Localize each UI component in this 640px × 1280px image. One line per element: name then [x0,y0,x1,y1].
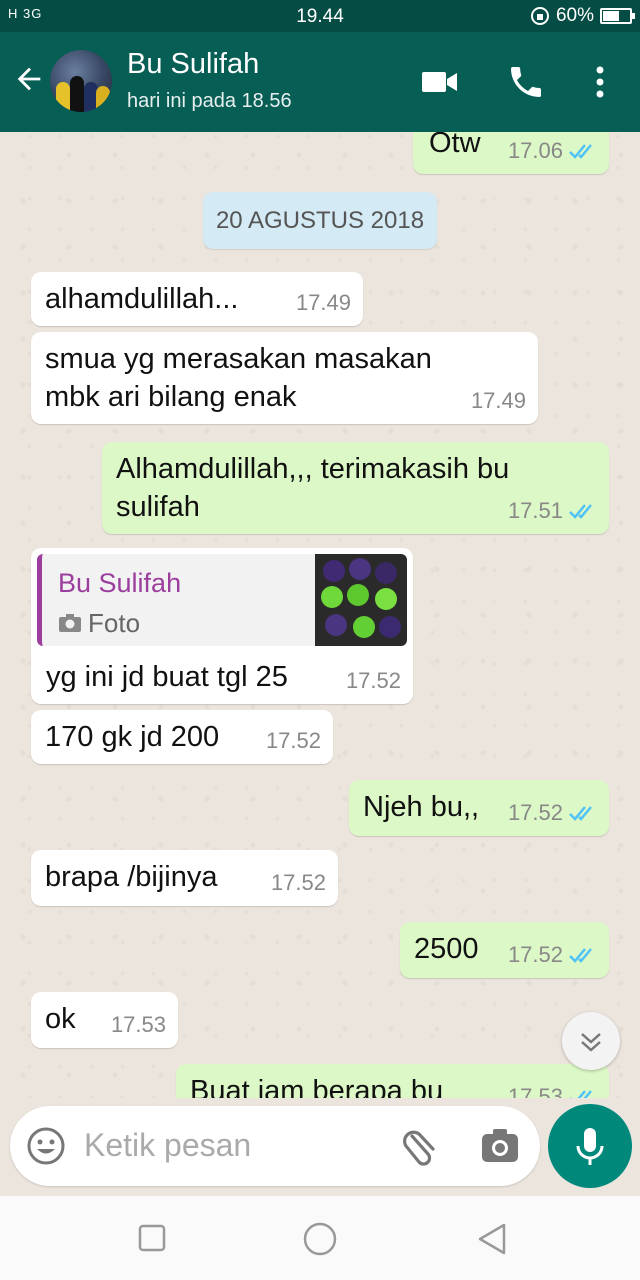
attach-icon[interactable] [398,1124,442,1168]
message-bubble-outgoing[interactable]: Buat jam berapa bu 17.53 [176,1064,609,1098]
avatar[interactable] [50,50,112,112]
rotation-lock-icon [530,7,549,25]
thumbnail-blob [325,614,347,636]
message-bubble-outgoing[interactable]: Alhamdulillah,,, terimakasih bu sulifah … [102,442,609,534]
message-time: 17.52 [270,870,326,895]
message-bubble-incoming[interactable]: brapa /bijinya 17.52 [31,850,338,906]
thumbnail-blob [375,562,397,584]
video-call-icon[interactable] [420,62,460,102]
avatar-figure [96,86,110,112]
message-text-line: mbk ari bilang enak [45,381,297,413]
double-check-icon [570,1090,592,1098]
message-input-container [10,1106,540,1186]
message-time: 17.06 [507,138,563,163]
message-bubble-incoming[interactable]: smua yg merasakan masakan mbk ari bilang… [31,332,538,424]
message-meta: 17.52 [346,662,401,700]
message-meta: 17.53 [508,1078,597,1098]
status-right: 60% [530,5,635,27]
mic-icon [576,1128,604,1165]
message-bubble-incoming[interactable]: ok 17.53 [31,992,178,1048]
message-meta: 17.52 [508,936,597,974]
chat-header: Bu Sulifah hari ini pada 18.56 [0,32,640,132]
camera-icon [59,614,81,632]
message-text-line: smua yg merasakan masakan [45,343,432,375]
phone-icon[interactable] [506,62,546,102]
message-text: alhamdulillah... [45,283,239,315]
date-separator: 20 AGUSTUS 2018 [203,192,437,249]
message-time: 17.51 [507,498,563,523]
message-meta: 17.06 [508,132,597,170]
avatar-figure [70,76,84,112]
status-bar: H 3G 19.44 60% [0,0,640,32]
message-time: 17.52 [265,728,321,753]
message-text: 2500 [414,933,479,965]
message-text: Otw [429,132,481,159]
quoted-type: Foto [58,604,140,642]
nav-home-icon[interactable] [303,1222,337,1256]
message-text: Buat jam berapa bu [190,1075,444,1098]
back-arrow-icon[interactable] [12,62,46,96]
nav-back-icon[interactable] [476,1222,508,1256]
thumbnail-blob [321,586,343,608]
message-meta: 17.52 [508,794,597,832]
thumbnail-blob [375,588,397,610]
message-time: 17.49 [295,290,351,315]
message-text: ok [45,1003,76,1035]
camera-icon[interactable] [478,1124,522,1168]
scroll-to-bottom-button[interactable] [562,1012,620,1070]
voice-record-button[interactable] [548,1104,632,1188]
emoji-icon[interactable] [26,1126,66,1166]
message-time: 17.52 [345,668,401,693]
quoted-message[interactable]: Bu Sulifah Foto [37,554,407,646]
chat-area[interactable]: Otw 17.06 20 AGUSTUS 2018 alhamdulillah.… [0,132,640,1098]
message-time: 17.53 [110,1012,166,1037]
message-input[interactable] [84,1120,374,1170]
thumbnail-blob [379,616,401,638]
message-bubble-incoming[interactable]: alhamdulillah... 17.49 [31,272,363,326]
thumbnail-blob [347,584,369,606]
battery-fill [603,11,619,21]
message-bubble-outgoing[interactable]: Otw 17.06 [413,132,609,174]
nav-recent-icon[interactable] [138,1224,166,1252]
message-meta: 17.49 [296,284,351,322]
message-text: 170 gk jd 200 [45,721,220,753]
last-seen: hari ini pada 18.56 [127,90,292,112]
message-time: 17.52 [507,942,563,967]
thumbnail-blob [353,616,375,638]
avatar-figure [56,82,70,112]
message-text: brapa /bijinya [45,861,218,893]
message-text: yg ini jd buat tgl 25 [46,661,288,693]
message-time: 17.53 [507,1084,563,1098]
contact-name[interactable]: Bu Sulifah [127,48,259,81]
message-bubble-reply[interactable]: Bu Sulifah Foto yg ini jd buat tgl 25 17… [31,548,413,704]
more-vert-icon[interactable] [582,62,618,102]
double-check-icon [569,504,592,519]
message-bubble-outgoing[interactable]: 2500 17.52 [400,922,609,978]
message-bubble-incoming[interactable]: 170 gk jd 200 17.52 [31,710,333,764]
message-meta: 17.51 [508,492,597,530]
quoted-photo-thumbnail[interactable] [315,554,407,646]
message-text: Njeh bu,, [363,791,480,823]
quoted-sender: Bu Sulifah [58,568,182,598]
message-time: 17.49 [470,388,526,413]
compose-bar [0,1098,640,1196]
message-text-line: Alhamdulillah,,, terimakasih bu [116,453,510,485]
battery-percent: 60% [555,5,594,26]
message-meta: 17.52 [266,722,321,760]
double-check-icon [569,144,592,159]
message-time: 17.52 [507,800,563,825]
chevron-double-down-icon [581,1033,601,1052]
message-meta: 17.52 [271,864,326,902]
message-meta: 17.49 [471,382,526,420]
message-bubble-outgoing[interactable]: Njeh bu,, 17.52 [349,780,609,836]
system-nav-bar [0,1196,640,1280]
battery-icon [600,8,635,24]
thumbnail-blob [349,558,371,580]
message-meta: 17.53 [111,1006,166,1044]
quoted-type-label: Foto [88,608,141,638]
double-check-icon [569,948,592,963]
thumbnail-blob [323,560,345,582]
double-check-icon [569,806,592,821]
